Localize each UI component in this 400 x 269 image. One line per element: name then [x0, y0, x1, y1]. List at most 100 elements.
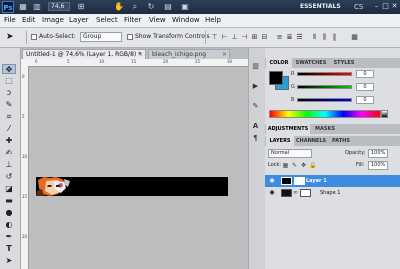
close-icon[interactable]: ✕ — [390, 1, 399, 11]
lasso-tool-icon[interactable]: ↄ — [2, 88, 16, 98]
green-slider[interactable] — [297, 85, 352, 89]
red-slider[interactable] — [297, 72, 352, 76]
blue-slider[interactable] — [297, 98, 352, 102]
auto-select-label: Auto-Select: — [39, 33, 76, 40]
show-transform-checkbox[interactable] — [127, 34, 133, 40]
move-tool-preset-icon[interactable]: ➤ — [6, 31, 22, 43]
auto-align-icon[interactable]: ▦ — [350, 32, 359, 42]
ruler-tick-label: 25 — [195, 59, 201, 64]
menu-edit[interactable]: Edit — [22, 14, 36, 27]
tab-swatches[interactable]: SWATCHES — [293, 58, 329, 68]
menu-image[interactable]: Image — [42, 14, 64, 27]
visibility-eye-icon[interactable]: ◉ — [268, 177, 276, 185]
arrange-documents-icon[interactable]: ▤ — [163, 2, 173, 12]
type-tool-icon[interactable]: T — [2, 244, 16, 254]
view-extras-icon[interactable]: ⊞ — [76, 2, 86, 12]
document-tab-active[interactable]: Untitled-1 @ 74,6% (Layer 1, RGB/8) * × — [22, 49, 146, 59]
ruler-tick-label: 0 — [35, 59, 38, 64]
tab-adjustments[interactable]: ADJUSTMENTS — [266, 124, 310, 134]
distribute-bottom-icon[interactable]: ☰ — [295, 32, 304, 42]
chain-link-icon[interactable]: ∞ — [293, 190, 299, 196]
menu-window[interactable]: Window — [172, 14, 200, 27]
rotate-view-icon[interactable]: ↻ — [146, 2, 156, 12]
distribute-right-icon[interactable]: ‖ — [330, 32, 339, 42]
blur-tool-icon[interactable]: ● — [2, 208, 16, 218]
tab-layers[interactable]: LAYERS — [266, 136, 294, 146]
screen-mode-icon[interactable]: ▣ — [180, 2, 190, 12]
dodge-tool-icon[interactable]: ◐ — [2, 220, 16, 230]
distribute-left-icon[interactable]: ⫴ — [310, 32, 319, 42]
move-tool-icon[interactable]: ✥ — [2, 64, 16, 74]
align-center-icon[interactable]: ⊞ — [250, 32, 259, 42]
lock-transparent-icon[interactable]: ▦ — [282, 162, 289, 170]
lock-all-icon[interactable]: 🔒 — [309, 162, 316, 170]
marquee-tool-icon[interactable]: ⬚ — [2, 76, 16, 86]
align-right-icon[interactable]: ⊟ — [260, 32, 269, 42]
quick-select-tool-icon[interactable]: ✎ — [2, 100, 16, 110]
brush-panel-icon[interactable]: ✎ — [250, 102, 261, 111]
tab-styles[interactable]: STYLES — [331, 58, 357, 68]
layer-name[interactable]: Shape 1 — [320, 187, 340, 199]
minibridge-icon[interactable]: ▥ — [32, 2, 42, 12]
cs-live-button[interactable]: CS — [354, 2, 368, 12]
workspace-switcher[interactable]: ESSENTIALS — [300, 2, 350, 12]
eraser-tool-icon[interactable]: ◪ — [2, 184, 16, 194]
canvas-workarea[interactable] — [29, 67, 248, 269]
eyedropper-tool-icon[interactable]: ⁄ — [2, 124, 16, 134]
ruler-tick-label: 5 — [67, 59, 70, 64]
tab-color[interactable]: COLOR — [266, 58, 292, 68]
opacity-field[interactable]: 100% — [368, 149, 388, 158]
green-value-field[interactable]: 0 — [356, 83, 374, 91]
auto-select-checkbox[interactable] — [31, 34, 37, 40]
align-bottom-icon[interactable]: ⊥ — [230, 32, 239, 42]
foreground-color-swatch[interactable] — [269, 71, 283, 85]
hand-tool-icon[interactable]: ✋ — [114, 2, 124, 12]
menu-layer[interactable]: Layer — [69, 14, 89, 27]
grayscale-ramp[interactable] — [381, 110, 388, 118]
red-value-field[interactable]: 0 — [356, 70, 374, 78]
gradient-tool-icon[interactable]: ▬ — [2, 196, 16, 206]
path-selection-tool-icon[interactable]: ➤ — [2, 256, 16, 266]
brush-tool-icon[interactable]: ✍ — [2, 148, 16, 158]
zoom-tool-icon[interactable]: ⌕ — [130, 2, 140, 12]
zoom-select[interactable]: 74,6 — [48, 2, 70, 11]
auto-select-dropdown[interactable]: Group — [80, 32, 122, 42]
fill-field[interactable]: 100% — [368, 161, 388, 170]
menu-select[interactable]: Select — [96, 14, 118, 27]
clone-stamp-tool-icon[interactable]: ⊥ — [2, 160, 16, 170]
lock-pixels-icon[interactable]: ✎ — [291, 162, 298, 170]
minimize-icon[interactable]: – — [372, 1, 381, 11]
layer-name[interactable]: Layer 1 — [306, 175, 327, 187]
align-middle-icon[interactable]: ⊢ — [220, 32, 229, 42]
blue-value-field[interactable]: 0 — [356, 96, 374, 104]
tab-channels[interactable]: CHANNELS — [295, 136, 327, 146]
menu-view[interactable]: View — [149, 14, 166, 27]
anime-character-image — [36, 177, 86, 196]
bridge-icon[interactable]: ▦ — [18, 2, 28, 12]
history-panel-icon[interactable]: ▥ — [250, 62, 261, 71]
blend-mode-dropdown[interactable]: Normal — [268, 149, 312, 158]
crop-tool-icon[interactable]: ⌗ — [2, 112, 16, 122]
paragraph-panel-icon[interactable]: ¶ — [250, 134, 261, 143]
maximize-icon[interactable]: □ — [381, 1, 390, 11]
distribute-top-icon[interactable]: ≡ — [275, 32, 284, 42]
distribute-center-icon[interactable]: ⫼ — [320, 32, 329, 42]
distribute-middle-icon[interactable]: ≣ — [285, 32, 294, 42]
document-tab[interactable]: bleach_ichigo.png × — [148, 49, 230, 59]
actions-panel-icon[interactable]: ▶ — [250, 82, 261, 91]
color-spectrum-bar[interactable] — [269, 110, 381, 118]
history-brush-tool-icon[interactable]: ↺ — [2, 172, 16, 182]
align-left-icon[interactable]: ⊣ — [240, 32, 249, 42]
menu-filter[interactable]: Filter — [124, 14, 141, 27]
align-top-icon[interactable]: ⊤ — [210, 32, 219, 42]
character-panel-icon[interactable]: A — [250, 122, 261, 131]
tab-masks[interactable]: MASKS — [311, 124, 339, 134]
ruler-tick-label: 30 — [227, 59, 233, 64]
menu-file[interactable]: File — [4, 14, 16, 27]
visibility-eye-icon[interactable]: ◉ — [268, 189, 276, 197]
lock-position-icon[interactable]: ✥ — [300, 162, 307, 170]
pen-tool-icon[interactable]: ✒ — [2, 232, 16, 242]
tab-paths[interactable]: PATHS — [328, 136, 354, 146]
healing-brush-tool-icon[interactable]: ✚ — [2, 136, 16, 146]
menu-help[interactable]: Help — [205, 14, 221, 27]
